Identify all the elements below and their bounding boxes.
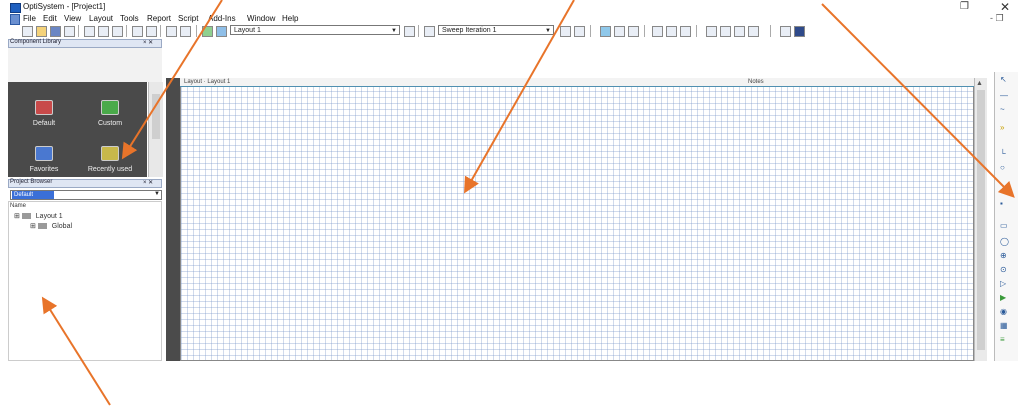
arrow-layout-editor bbox=[464, 0, 575, 194]
arrow-project-browser bbox=[41, 296, 111, 406]
arrow-component-library bbox=[121, 0, 223, 160]
annotation-arrows bbox=[41, 0, 1015, 406]
arrow-tool-palette bbox=[821, 3, 1015, 198]
